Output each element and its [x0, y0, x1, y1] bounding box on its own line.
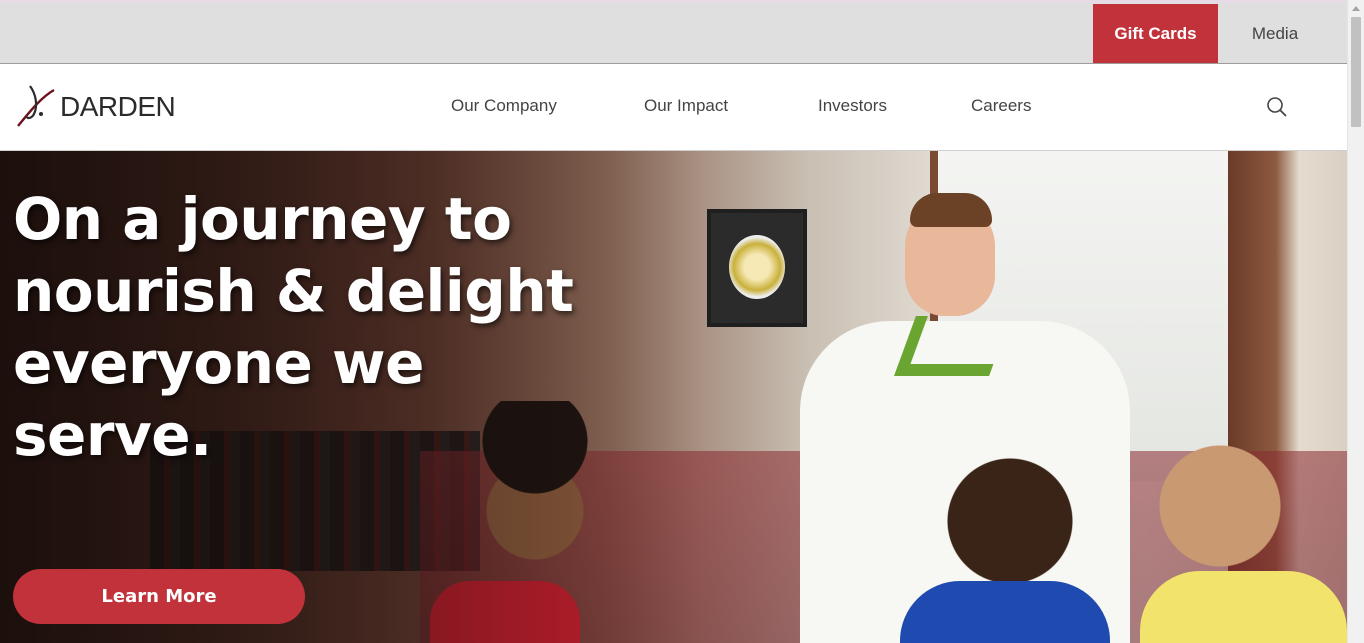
hero-banner: On a journey to nourish & delight everyo… — [0, 151, 1347, 643]
nav-careers[interactable]: Careers — [971, 96, 1031, 116]
media-link[interactable]: Media — [1218, 4, 1332, 63]
scrollbar-thumb[interactable] — [1351, 17, 1361, 127]
hero-photo-diner-shirt — [1140, 571, 1347, 643]
hero-headline: On a journey to nourish & delight everyo… — [13, 185, 574, 469]
utility-bar: Gift Cards Media — [0, 0, 1347, 64]
hero-photo-wall-art — [707, 209, 807, 327]
nav-investors[interactable]: Investors — [818, 96, 887, 116]
nav-our-company[interactable]: Our Company — [451, 96, 557, 116]
darden-swoosh-icon — [17, 85, 55, 127]
scroll-up-arrow-icon[interactable] — [1352, 6, 1360, 11]
main-header: DARDEN Our Company Our Impact Investors … — [0, 64, 1347, 151]
search-icon[interactable] — [1266, 96, 1288, 118]
page-scrollbar[interactable] — [1347, 0, 1364, 643]
learn-more-button[interactable]: Learn More — [13, 569, 305, 624]
gift-cards-button[interactable]: Gift Cards — [1093, 4, 1218, 63]
darden-logo[interactable]: DARDEN — [14, 84, 176, 130]
logo-wordmark: DARDEN — [60, 91, 176, 122]
hero-photo-chef-hair — [910, 193, 992, 227]
nav-our-impact[interactable]: Our Impact — [644, 96, 728, 116]
hero-photo-diner-shirt — [900, 581, 1110, 643]
